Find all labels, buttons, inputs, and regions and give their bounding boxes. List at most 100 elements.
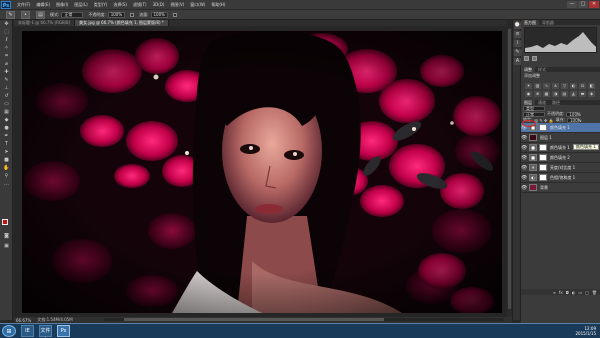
taskbar-explorer[interactable]: 文件夹	[39, 325, 52, 337]
layer-style-icon[interactable]: fx	[559, 290, 563, 295]
canvas-area[interactable]	[14, 27, 507, 317]
doc-tab-active[interactable]: 美女.jpg @ 66.7% (颜色填充 1, 图层蒙版/8) *	[75, 20, 169, 26]
menu-select[interactable]: 选择(S)	[113, 2, 127, 8]
opacity-input[interactable]: 100%	[107, 11, 126, 18]
photo-filter-icon[interactable]: ◉	[525, 91, 532, 97]
crop-tool-icon[interactable]: ⌗	[1, 53, 12, 60]
pen-tool-icon[interactable]: ✒	[1, 133, 12, 140]
curves-icon[interactable]: ∿	[543, 83, 550, 89]
character-panel-icon[interactable]: A	[514, 58, 521, 65]
clone-stamp-tool-icon[interactable]: ⊥	[1, 85, 12, 92]
maximize-button[interactable]: □	[578, 1, 588, 8]
horizontal-scrollbar[interactable]	[104, 318, 504, 321]
dodge-tool-icon[interactable]: ●	[1, 125, 12, 132]
fill-input[interactable]: 100%	[567, 117, 581, 123]
black-white-icon[interactable]: ◧	[588, 83, 595, 89]
tab-layers[interactable]: 图层	[521, 100, 535, 105]
tab-histogram[interactable]: 直方图	[521, 20, 539, 25]
quick-mask-icon[interactable]: ◙	[1, 233, 12, 240]
quick-select-tool-icon[interactable]: ✧	[1, 45, 12, 52]
foreground-color-swatch[interactable]	[2, 219, 8, 225]
marquee-tool-icon[interactable]: ⬚	[1, 29, 12, 36]
new-adjustment-icon[interactable]: ◐	[572, 290, 576, 295]
more-tools-icon[interactable]: …	[1, 181, 12, 188]
channel-swatch[interactable]	[524, 55, 529, 61]
lasso-tool-icon[interactable]: ℓ	[1, 37, 12, 44]
channel-mixer-icon[interactable]: ⊕	[534, 91, 541, 97]
gradient-map-icon[interactable]: ▬	[579, 91, 586, 97]
move-tool-icon[interactable]: ✥	[1, 21, 12, 28]
selective-color-icon[interactable]: ◈	[588, 91, 595, 97]
brush-size-icon[interactable]: •	[21, 10, 30, 19]
doc-tab-untitled[interactable]: 未标题-1 @ 66.7% (RGB/8)	[14, 20, 76, 26]
path-select-tool-icon[interactable]: ➤	[1, 149, 12, 156]
tab-channels[interactable]: 通道	[535, 100, 549, 105]
color-balance-icon[interactable]: ⚖	[579, 83, 586, 89]
gradient-tool-icon[interactable]: ▦	[1, 109, 12, 116]
menu-image[interactable]: 图像(I)	[56, 2, 68, 8]
portrait-photo[interactable]	[22, 31, 502, 313]
screen-mode-icon[interactable]: ▣	[1, 243, 12, 250]
layer-row[interactable]: 👁 图层 1	[521, 133, 600, 143]
zoom-tool-icon[interactable]: ⚲	[1, 173, 12, 180]
layer-name[interactable]: 颜色填充 1	[550, 125, 570, 131]
layer-row[interactable]: 👁 ☀ 亮度/对比度 1	[521, 163, 600, 173]
eraser-tool-icon[interactable]: ▭	[1, 101, 12, 108]
tab-paths[interactable]: 路径	[549, 100, 563, 105]
menu-view[interactable]: 视图(V)	[170, 2, 184, 8]
brush-panel-icon[interactable]: ▤	[36, 10, 45, 19]
vibrance-icon[interactable]: ▽	[561, 83, 568, 89]
add-mask-icon[interactable]: ◘	[566, 290, 569, 295]
menu-filter[interactable]: 滤镜(T)	[133, 2, 147, 8]
brightness-icon[interactable]: ☀	[525, 83, 532, 89]
blend-mode-select[interactable]: 正常	[523, 111, 545, 117]
layer-name[interactable]: 背景	[540, 185, 548, 191]
layer-mask-thumbnail[interactable]	[539, 174, 547, 181]
menu-type[interactable]: 类型(Y)	[94, 2, 108, 8]
menu-3d[interactable]: 3D(D)	[153, 2, 165, 7]
link-layers-icon[interactable]: ∞	[553, 290, 556, 295]
layer-row[interactable]: 👁 ■ 颜色填充 2	[521, 153, 600, 163]
layer-mask-thumbnail[interactable]	[539, 124, 547, 131]
menu-window[interactable]: 窗口(W)	[190, 2, 205, 8]
tab-styles[interactable]: 样式	[535, 67, 549, 72]
threshold-icon[interactable]: ◭	[570, 91, 577, 97]
source-swatch[interactable]	[532, 55, 537, 61]
layer-kind-filter[interactable]: 类型	[523, 105, 545, 111]
menu-file[interactable]: 文件(F)	[17, 2, 30, 8]
history-panel-icon[interactable]: ⌚	[514, 22, 521, 29]
visibility-eye-icon[interactable]: 👁	[521, 185, 527, 191]
brush-tool-preset-icon[interactable]: ✎	[6, 10, 15, 19]
vertical-scroll-thumb[interactable]	[508, 29, 511, 309]
shape-tool-icon[interactable]: ■	[1, 157, 12, 164]
menu-layer[interactable]: 图层(L)	[74, 2, 87, 8]
flow-input[interactable]: 100%	[150, 11, 168, 18]
zoom-level[interactable]: 66.67%	[16, 318, 31, 323]
hand-tool-icon[interactable]: ✋	[1, 165, 12, 172]
delete-layer-icon[interactable]: 🗑	[592, 290, 597, 295]
healing-brush-tool-icon[interactable]: ✚	[1, 69, 12, 76]
history-brush-tool-icon[interactable]: ↺	[1, 93, 12, 100]
eyedropper-tool-icon[interactable]: ⌀	[1, 61, 12, 68]
menu-edit[interactable]: 编辑(E)	[36, 2, 50, 8]
layer-name[interactable]: 颜色填充 2	[550, 155, 570, 161]
layer-opacity-input[interactable]: 100%	[566, 111, 581, 117]
lock-icons[interactable]: ▨ ✎ ✥ 🔒	[534, 118, 553, 123]
taskbar-ie[interactable]: IE	[21, 325, 34, 337]
info-panel-icon[interactable]: i	[514, 40, 521, 47]
visibility-eye-icon[interactable]: 👁	[521, 175, 527, 181]
brush-presets-icon[interactable]: ✎	[514, 49, 521, 56]
menu-help[interactable]: 帮助(H)	[211, 2, 225, 8]
mode-select[interactable]: 正常	[61, 11, 84, 18]
type-tool-icon[interactable]: T	[1, 141, 12, 148]
blur-tool-icon[interactable]: ◆	[1, 117, 12, 124]
layer-name[interactable]: 色相/饱和度 1	[550, 175, 575, 181]
posterize-icon[interactable]: ▤	[561, 91, 568, 97]
system-tray-clock[interactable]: 12:09 2015/1/15	[575, 326, 596, 336]
start-button[interactable]: ⊞	[2, 325, 16, 337]
pressure-opacity-toggle[interactable]	[130, 12, 135, 17]
tab-adjustments[interactable]: 调整	[521, 67, 535, 72]
layer-row[interactable]: 👁 背景	[521, 183, 600, 193]
visibility-eye-icon[interactable]: 👁	[521, 145, 527, 151]
layer-name[interactable]: 亮度/对比度 1	[550, 165, 575, 171]
